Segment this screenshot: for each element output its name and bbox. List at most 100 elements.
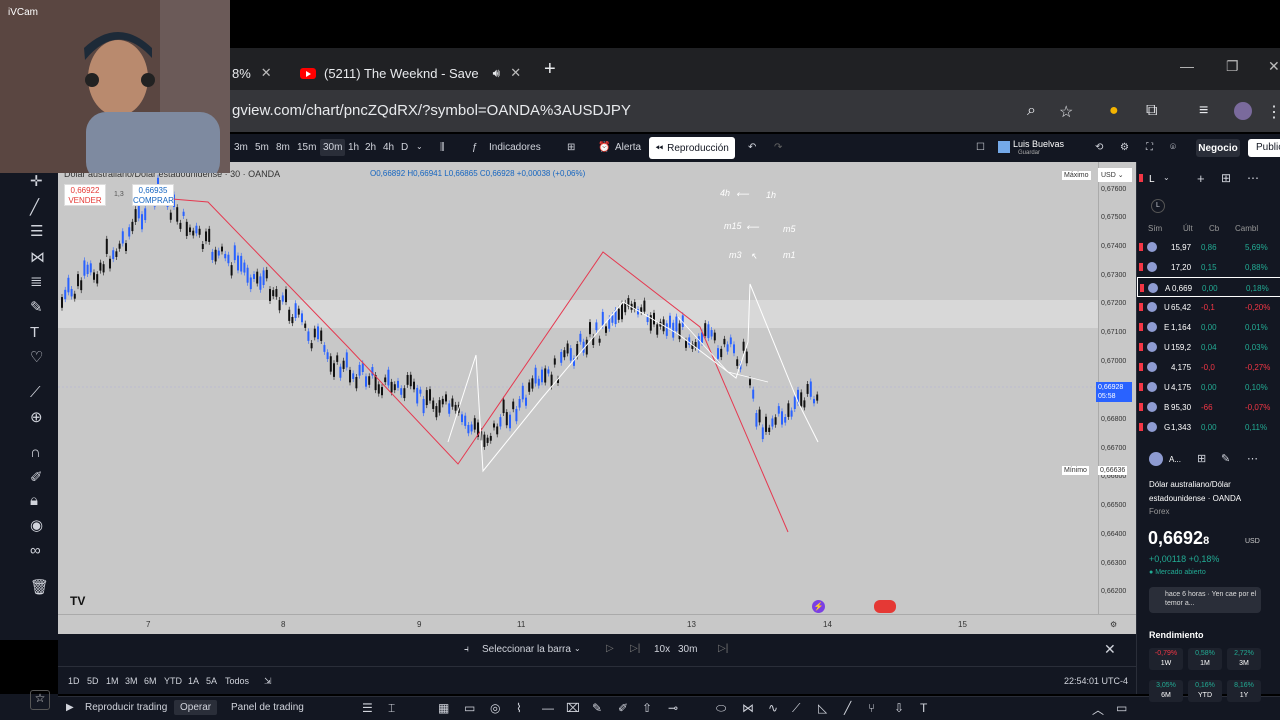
text-icon[interactable]: T [920,701,927,715]
trash-icon[interactable]: 🗑︎ [30,578,49,596]
annotation-m15[interactable]: m15 [724,221,742,231]
chart-canvas[interactable]: Dólar australiano/Dólar estadounidense ·… [58,162,1098,634]
browser-tab-tradingview[interactable]: 8% ✕ [232,56,292,90]
range-1m[interactable]: 1M [106,676,119,686]
chevron-down-icon[interactable]: ⌄ [574,644,581,653]
performance-cell[interactable]: 2,72% 3M [1227,648,1261,670]
browser-tab-youtube[interactable]: (5211) The Weeknd - Save 🔊︎ ✕ [300,56,536,90]
ruler-icon[interactable]: ⟋ [792,701,800,716]
magnet-icon[interactable]: ∩ [30,444,41,461]
range-1d[interactable]: 1D [68,676,80,686]
close-icon[interactable]: ✕ [1104,641,1116,658]
annotation-m3[interactable]: m3 [729,250,742,260]
maximize-icon[interactable]: ▭ [1116,701,1127,715]
arrow-up-icon[interactable]: ⇧ [642,701,652,715]
heart-icon[interactable]: ♡ [30,348,43,366]
range-5d[interactable]: 5D [87,676,99,686]
lock-icon[interactable]: 🔒︎ [30,492,38,509]
step-forward-icon[interactable]: ▷| [630,643,640,654]
performance-cell[interactable]: 8,16% 1Y [1227,680,1261,702]
performance-cell[interactable]: -0,79% 1W [1149,648,1183,670]
more-icon[interactable]: ⋯ [1247,452,1258,465]
bookmark-star-icon[interactable]: ☆ [1059,102,1073,122]
close-icon[interactable]: ✕ [261,65,272,81]
add-symbol-icon[interactable]: + [1197,171,1205,186]
trendline-icon[interactable]: ╱ [30,198,39,216]
publish-button[interactable]: Publicar [1248,139,1280,157]
save-label[interactable]: Guardar [1018,150,1040,156]
col-change-pct[interactable]: Cambl [1235,224,1258,233]
replay-button[interactable]: ⏪︎ Reproducción [649,137,735,159]
link-icon[interactable]: ∞ [30,542,41,559]
url-field[interactable]: gview.com/chart/pncZQdRX/?symbol=OANDA%3… [232,102,631,119]
media-icon[interactable]: ≡ [1199,102,1208,120]
chevron-down-icon[interactable]: ⌄ [416,142,423,151]
economic-event-icon[interactable] [874,600,896,613]
news-headline[interactable]: hace 6 horas · Yen cae por el temor a... [1149,587,1261,613]
fork-icon[interactable]: ⑂ [868,701,875,715]
horizontal-lines-icon[interactable]: ☰ [30,222,43,240]
watchlist-row[interactable]: A 0,669 0,00 0,18% [1137,277,1280,297]
time-axis[interactable]: 7 8 9 11 13 14 15 ⚙ [58,614,1136,634]
curve-icon[interactable]: ∿ [768,701,778,715]
indicators-button[interactable]: Indicadores [489,142,541,153]
brush-icon[interactable]: ✎ [592,701,602,715]
timeframe-2h[interactable]: 2h [365,142,376,153]
restore-icon[interactable]: ❐ [1226,58,1239,75]
pencil-lock-icon[interactable]: ✐ [30,468,43,486]
zoom-icon[interactable]: ⌕ [1027,102,1036,120]
range-6m[interactable]: 6M [144,676,157,686]
watchlist-row[interactable]: U 159,2 0,04 0,03% [1137,337,1280,357]
brush-icon[interactable]: ✎ [30,298,43,316]
range-5a[interactable]: 5A [206,676,217,686]
range-1a[interactable]: 1A [188,676,199,686]
watchlist-row[interactable]: 15,97 0,86 5,69% [1137,237,1280,257]
close-window-icon[interactable]: ✕ [1268,58,1280,75]
watchlist-row[interactable]: B 95,30 -66 -0,07% [1137,397,1280,417]
chevron-up-icon[interactable]: ︿ [1092,701,1104,718]
arrow-down-icon[interactable]: ⇩ [894,701,904,715]
shape-icon[interactable]: ⬭ [716,701,726,716]
col-change[interactable]: Cb [1209,224,1219,233]
select-bar-button[interactable]: Seleccionar la barra [482,644,571,655]
performance-cell[interactable]: 0,16% YTD [1188,680,1222,702]
watchlist-row[interactable]: U 4,175 0,00 0,10% [1137,377,1280,397]
timeframe-3m[interactable]: 3m [234,142,248,153]
text-box-icon[interactable]: ⌧ [566,701,580,715]
text-icon[interactable]: T [30,324,39,341]
timeframe-5m[interactable]: 5m [255,142,269,153]
close-icon[interactable]: ✕ [510,65,521,81]
list-icon[interactable]: ☰ [362,701,373,715]
quick-search-icon[interactable]: ⟲ [1095,142,1103,153]
camera-icon[interactable]: ⌾ [1170,142,1176,153]
speed-button[interactable]: 10x [654,644,670,655]
timeframe-1h[interactable]: 1h [348,142,359,153]
detail-symbol[interactable]: A... [1169,455,1181,464]
grid-icon[interactable]: ▦ [438,701,449,715]
cursor-text-icon[interactable]: ⌶ [388,701,395,716]
undo-icon[interactable]: ↶ [748,142,756,153]
annotation-m1[interactable]: m1 [783,250,796,260]
grid-icon[interactable]: ⊞ [1197,452,1206,465]
clock[interactable]: 22:54:01 UTC-4 [1064,676,1128,686]
profile-avatar[interactable] [1234,102,1252,120]
minimize-icon[interactable]: — [1180,58,1194,74]
operate-button[interactable]: Operar [174,700,218,715]
fullscreen-icon[interactable]: ⛶ [1146,142,1153,153]
watchlist-row[interactable]: E 1,164 0,00 0,01% [1137,317,1280,337]
annotation-1h[interactable]: 1h [766,190,776,200]
table-icon[interactable]: ⊞ [1221,171,1231,185]
col-symbol[interactable]: Sím [1148,224,1162,233]
range-all[interactable]: Todos [225,676,249,686]
pattern-icon[interactable]: ⋈ [742,701,754,715]
watchlist-name[interactable]: L [1149,174,1155,185]
alert-button[interactable]: Alerta [615,142,641,153]
watchlist-row[interactable]: U 65,42 -0,1 -0,20% [1137,297,1280,317]
watchlist-row[interactable]: 17,20 0,15 0,88% [1137,257,1280,277]
crosshair-icon[interactable]: ✛ [30,172,43,190]
interval-button[interactable]: 30m [678,644,697,655]
currency-selector[interactable]: USD ⌄ [1098,168,1132,182]
event-lightning-icon[interactable]: ⚡ [812,600,825,613]
fib-icon[interactable]: ≣ [30,272,43,290]
annotation-4h[interactable]: 4h [720,188,730,198]
